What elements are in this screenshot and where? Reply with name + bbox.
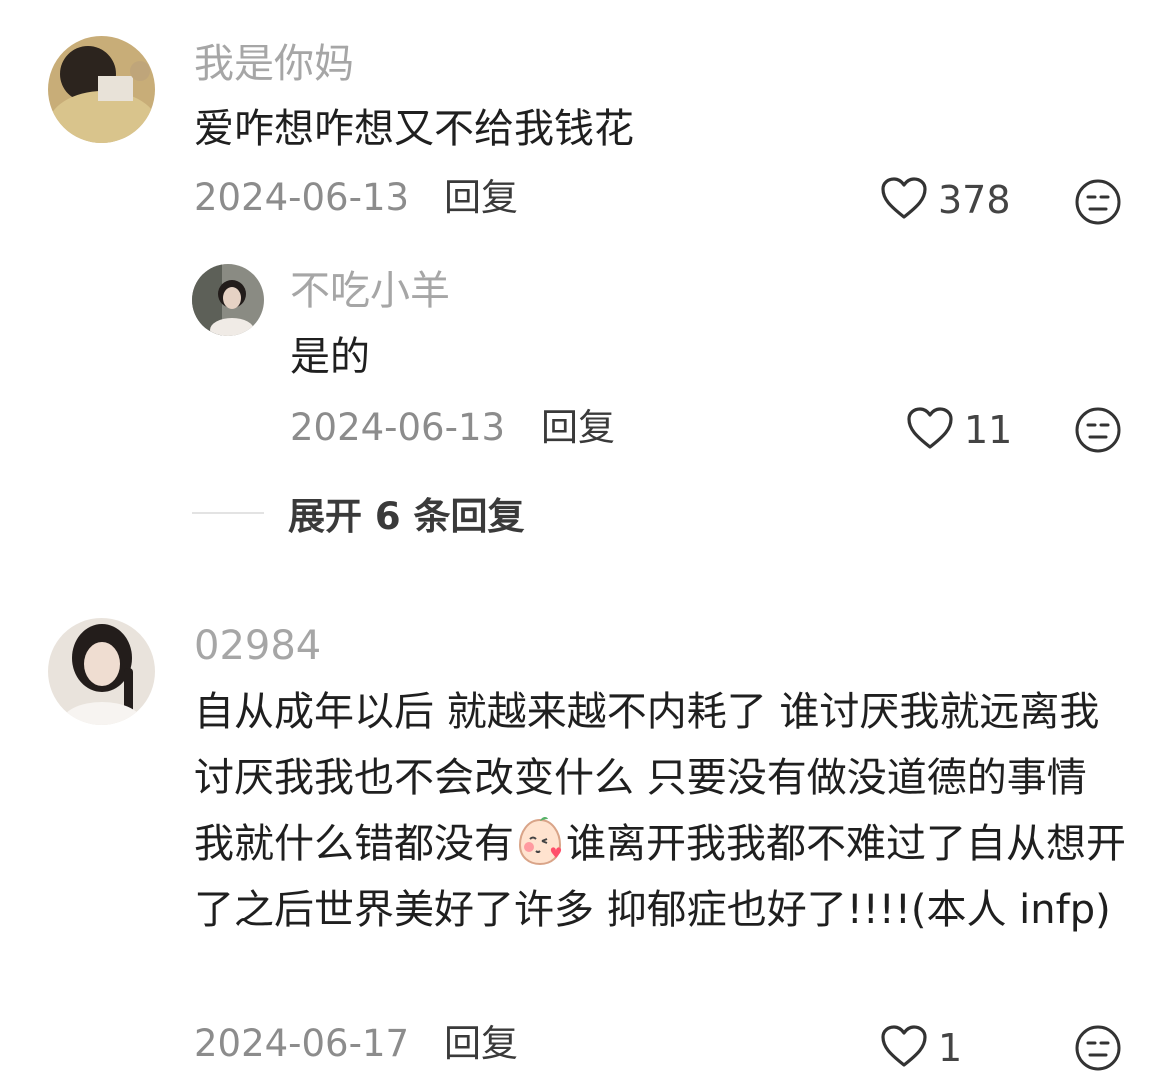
like-button[interactable]: 378 — [880, 176, 1011, 224]
heart-outline-icon — [880, 176, 928, 224]
like-button[interactable]: 1 — [880, 1024, 962, 1072]
reply-username[interactable]: 不吃小羊 — [290, 267, 450, 315]
like-count: 378 — [938, 178, 1011, 222]
reply-button[interactable]: 回复 — [541, 406, 615, 450]
reply-date: 2024-06-13 — [290, 406, 506, 449]
comment-username[interactable]: 我是你妈 — [194, 40, 354, 88]
like-button[interactable]: 11 — [906, 406, 1012, 454]
expand-replies-label: 展开 6 条回复 — [288, 495, 525, 538]
comment-date: 2024-06-17 — [194, 1022, 410, 1065]
heart-outline-icon — [880, 1024, 928, 1072]
neutral-face-icon[interactable] — [1074, 178, 1122, 230]
neutral-face-icon[interactable] — [1074, 1024, 1122, 1076]
heart-outline-icon — [906, 406, 954, 454]
reply-button[interactable]: 回复 — [444, 1022, 518, 1066]
avatar[interactable] — [48, 36, 155, 143]
blushing-face-emoji — [514, 815, 566, 867]
divider — [192, 512, 264, 514]
comment-username[interactable]: 02984 — [194, 622, 321, 670]
like-count: 11 — [964, 408, 1013, 452]
reply-avatar[interactable] — [192, 264, 264, 336]
comment-date: 2024-06-13 — [194, 176, 410, 219]
comment-text: 爱咋想咋想又不给我钱花 — [194, 106, 634, 152]
expand-replies-button[interactable]: 展开 6 条回复 — [192, 486, 525, 540]
like-count: 1 — [938, 1026, 963, 1070]
neutral-face-icon[interactable] — [1074, 406, 1122, 458]
reply-text: 是的 — [290, 334, 370, 380]
reply-button[interactable]: 回复 — [444, 176, 518, 220]
avatar[interactable] — [48, 618, 155, 725]
comment-text: 自从成年以后 就越来越不内耗了 谁讨厌我就远离我 讨厌我我也不会改变什么 只要没… — [194, 679, 1129, 943]
